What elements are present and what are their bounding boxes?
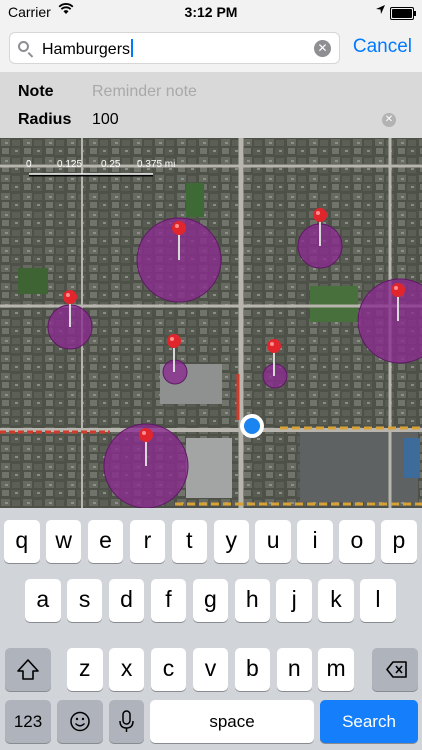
scale-label: 0.25 [101, 159, 121, 170]
note-label: Note [18, 83, 54, 100]
search-key[interactable]: Search [320, 700, 418, 743]
key-c[interactable]: c [150, 648, 187, 691]
text-cursor [131, 39, 134, 57]
radius-field[interactable]: 100 [92, 111, 119, 129]
key-r[interactable]: r [129, 520, 166, 563]
battery-icon [390, 7, 416, 20]
key-i[interactable]: i [297, 520, 333, 563]
key-t[interactable]: t [171, 520, 208, 563]
emoji-key[interactable] [57, 700, 103, 743]
search-bar: Hamburgers ✕ Cancel [0, 26, 422, 72]
status-bar: Carrier 3:12 PM [0, 0, 422, 26]
clear-search-icon[interactable]: ✕ [314, 40, 331, 57]
park-area [186, 183, 204, 217]
radius-label: Radius [18, 111, 72, 128]
key-a[interactable]: a [25, 579, 61, 622]
note-field[interactable]: Reminder note [92, 83, 197, 101]
key-p[interactable]: p [381, 520, 417, 563]
key-j[interactable]: j [276, 579, 312, 622]
key-o[interactable]: o [339, 520, 375, 563]
key-s[interactable]: s [66, 579, 103, 622]
search-input[interactable]: Hamburgers ✕ [9, 32, 340, 64]
key-x[interactable]: x [108, 648, 145, 691]
search-icon [18, 41, 29, 52]
commercial-area [404, 438, 420, 478]
key-n[interactable]: n [276, 648, 312, 691]
cancel-button[interactable]: Cancel [353, 36, 412, 58]
scale-label: 0.375 mi [137, 159, 175, 170]
location-arrow-icon [375, 4, 386, 18]
satellite-map[interactable]: 0 0.125 0.25 0.375 mi [0, 138, 422, 508]
delete-key[interactable] [372, 648, 418, 691]
key-w[interactable]: w [45, 520, 82, 563]
dictation-key[interactable] [109, 700, 144, 743]
scale-label: 0.125 [57, 159, 82, 170]
reminder-form: Note Reminder note Radius 100 ✕ [0, 72, 422, 138]
key-g[interactable]: g [192, 579, 229, 622]
commercial-area [300, 430, 418, 502]
clock: 3:12 PM [184, 4, 238, 20]
commercial-area [186, 438, 232, 498]
key-b[interactable]: b [234, 648, 271, 691]
key-h[interactable]: h [234, 579, 270, 622]
clear-radius-icon[interactable]: ✕ [382, 113, 396, 127]
key-d[interactable]: d [108, 579, 145, 622]
key-l[interactable]: l [360, 579, 396, 622]
key-z[interactable]: z [67, 648, 103, 691]
key-y[interactable]: y [213, 520, 249, 563]
scale-label: 0 [26, 159, 32, 170]
park-area [18, 268, 48, 294]
numbers-key[interactable]: 123 [5, 700, 51, 743]
park-area [310, 286, 358, 322]
key-u[interactable]: u [255, 520, 291, 563]
keyboard: 123 space Search qwertyuiop asdfghjkl zxcv… [0, 508, 422, 750]
shift-key[interactable] [5, 648, 51, 691]
space-key[interactable]: space [150, 700, 314, 743]
user-location-icon[interactable] [240, 414, 264, 438]
search-value: Hamburgers [42, 41, 131, 58]
key-v[interactable]: v [192, 648, 229, 691]
key-q[interactable]: q [4, 520, 40, 563]
key-k[interactable]: k [318, 579, 354, 622]
key-f[interactable]: f [150, 579, 187, 622]
key-m[interactable]: m [318, 648, 354, 691]
key-e[interactable]: e [87, 520, 124, 563]
